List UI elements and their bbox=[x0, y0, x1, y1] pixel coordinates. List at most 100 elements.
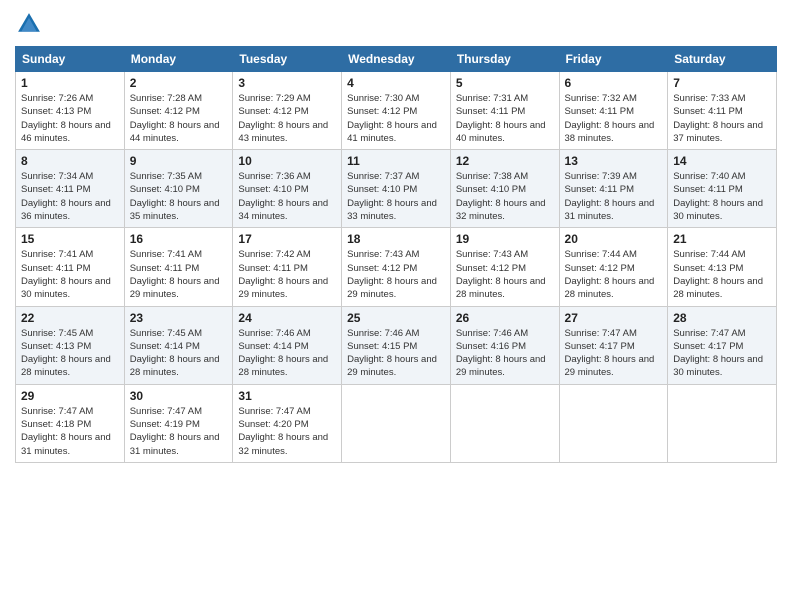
day-number: 28 bbox=[673, 311, 771, 325]
day-number: 10 bbox=[238, 154, 336, 168]
calendar-cell: 31 Sunrise: 7:47 AMSunset: 4:20 PMDaylig… bbox=[233, 384, 342, 462]
calendar-cell: 6 Sunrise: 7:32 AMSunset: 4:11 PMDayligh… bbox=[559, 72, 668, 150]
day-info: Sunrise: 7:33 AMSunset: 4:11 PMDaylight:… bbox=[673, 93, 763, 144]
day-number: 2 bbox=[130, 76, 228, 90]
calendar-cell: 18 Sunrise: 7:43 AMSunset: 4:12 PMDaylig… bbox=[342, 228, 451, 306]
calendar-cell: 19 Sunrise: 7:43 AMSunset: 4:12 PMDaylig… bbox=[450, 228, 559, 306]
calendar-cell: 13 Sunrise: 7:39 AMSunset: 4:11 PMDaylig… bbox=[559, 150, 668, 228]
calendar-cell: 27 Sunrise: 7:47 AMSunset: 4:17 PMDaylig… bbox=[559, 306, 668, 384]
calendar-cell: 26 Sunrise: 7:46 AMSunset: 4:16 PMDaylig… bbox=[450, 306, 559, 384]
day-info: Sunrise: 7:47 AMSunset: 4:17 PMDaylight:… bbox=[673, 328, 763, 379]
day-number: 29 bbox=[21, 389, 119, 403]
day-info: Sunrise: 7:43 AMSunset: 4:12 PMDaylight:… bbox=[347, 249, 437, 300]
day-info: Sunrise: 7:44 AMSunset: 4:13 PMDaylight:… bbox=[673, 249, 763, 300]
day-number: 6 bbox=[565, 76, 663, 90]
calendar-week-row: 1 Sunrise: 7:26 AMSunset: 4:13 PMDayligh… bbox=[16, 72, 777, 150]
day-number: 15 bbox=[21, 232, 119, 246]
day-number: 20 bbox=[565, 232, 663, 246]
calendar-cell bbox=[559, 384, 668, 462]
calendar-week-row: 15 Sunrise: 7:41 AMSunset: 4:11 PMDaylig… bbox=[16, 228, 777, 306]
calendar-cell: 21 Sunrise: 7:44 AMSunset: 4:13 PMDaylig… bbox=[668, 228, 777, 306]
day-info: Sunrise: 7:40 AMSunset: 4:11 PMDaylight:… bbox=[673, 171, 763, 222]
th-monday: Monday bbox=[124, 47, 233, 72]
logo-icon bbox=[15, 10, 43, 38]
day-number: 27 bbox=[565, 311, 663, 325]
day-number: 14 bbox=[673, 154, 771, 168]
day-number: 4 bbox=[347, 76, 445, 90]
day-number: 18 bbox=[347, 232, 445, 246]
day-info: Sunrise: 7:47 AMSunset: 4:19 PMDaylight:… bbox=[130, 406, 220, 457]
day-number: 12 bbox=[456, 154, 554, 168]
day-info: Sunrise: 7:45 AMSunset: 4:14 PMDaylight:… bbox=[130, 328, 220, 379]
day-info: Sunrise: 7:44 AMSunset: 4:12 PMDaylight:… bbox=[565, 249, 655, 300]
calendar-cell: 11 Sunrise: 7:37 AMSunset: 4:10 PMDaylig… bbox=[342, 150, 451, 228]
day-info: Sunrise: 7:46 AMSunset: 4:14 PMDaylight:… bbox=[238, 328, 328, 379]
calendar-cell: 7 Sunrise: 7:33 AMSunset: 4:11 PMDayligh… bbox=[668, 72, 777, 150]
day-info: Sunrise: 7:41 AMSunset: 4:11 PMDaylight:… bbox=[21, 249, 111, 300]
calendar-cell: 12 Sunrise: 7:38 AMSunset: 4:10 PMDaylig… bbox=[450, 150, 559, 228]
day-info: Sunrise: 7:47 AMSunset: 4:17 PMDaylight:… bbox=[565, 328, 655, 379]
day-info: Sunrise: 7:31 AMSunset: 4:11 PMDaylight:… bbox=[456, 93, 546, 144]
day-number: 22 bbox=[21, 311, 119, 325]
header bbox=[15, 10, 777, 38]
calendar-cell: 14 Sunrise: 7:40 AMSunset: 4:11 PMDaylig… bbox=[668, 150, 777, 228]
day-info: Sunrise: 7:37 AMSunset: 4:10 PMDaylight:… bbox=[347, 171, 437, 222]
calendar-cell: 30 Sunrise: 7:47 AMSunset: 4:19 PMDaylig… bbox=[124, 384, 233, 462]
day-number: 26 bbox=[456, 311, 554, 325]
th-wednesday: Wednesday bbox=[342, 47, 451, 72]
day-number: 13 bbox=[565, 154, 663, 168]
day-number: 30 bbox=[130, 389, 228, 403]
calendar-body: 1 Sunrise: 7:26 AMSunset: 4:13 PMDayligh… bbox=[16, 72, 777, 463]
calendar-cell: 17 Sunrise: 7:42 AMSunset: 4:11 PMDaylig… bbox=[233, 228, 342, 306]
day-info: Sunrise: 7:29 AMSunset: 4:12 PMDaylight:… bbox=[238, 93, 328, 144]
weekday-header-row: Sunday Monday Tuesday Wednesday Thursday… bbox=[16, 47, 777, 72]
day-info: Sunrise: 7:46 AMSunset: 4:15 PMDaylight:… bbox=[347, 328, 437, 379]
day-number: 17 bbox=[238, 232, 336, 246]
day-info: Sunrise: 7:46 AMSunset: 4:16 PMDaylight:… bbox=[456, 328, 546, 379]
day-number: 16 bbox=[130, 232, 228, 246]
calendar-cell: 28 Sunrise: 7:47 AMSunset: 4:17 PMDaylig… bbox=[668, 306, 777, 384]
calendar-cell bbox=[668, 384, 777, 462]
day-number: 5 bbox=[456, 76, 554, 90]
day-number: 25 bbox=[347, 311, 445, 325]
day-info: Sunrise: 7:28 AMSunset: 4:12 PMDaylight:… bbox=[130, 93, 220, 144]
day-info: Sunrise: 7:38 AMSunset: 4:10 PMDaylight:… bbox=[456, 171, 546, 222]
day-info: Sunrise: 7:45 AMSunset: 4:13 PMDaylight:… bbox=[21, 328, 111, 379]
day-info: Sunrise: 7:35 AMSunset: 4:10 PMDaylight:… bbox=[130, 171, 220, 222]
day-info: Sunrise: 7:26 AMSunset: 4:13 PMDaylight:… bbox=[21, 93, 111, 144]
calendar-cell: 23 Sunrise: 7:45 AMSunset: 4:14 PMDaylig… bbox=[124, 306, 233, 384]
day-info: Sunrise: 7:30 AMSunset: 4:12 PMDaylight:… bbox=[347, 93, 437, 144]
day-number: 3 bbox=[238, 76, 336, 90]
day-number: 1 bbox=[21, 76, 119, 90]
day-number: 24 bbox=[238, 311, 336, 325]
calendar-cell: 24 Sunrise: 7:46 AMSunset: 4:14 PMDaylig… bbox=[233, 306, 342, 384]
calendar-cell bbox=[342, 384, 451, 462]
day-number: 9 bbox=[130, 154, 228, 168]
calendar-cell: 1 Sunrise: 7:26 AMSunset: 4:13 PMDayligh… bbox=[16, 72, 125, 150]
day-info: Sunrise: 7:34 AMSunset: 4:11 PMDaylight:… bbox=[21, 171, 111, 222]
th-sunday: Sunday bbox=[16, 47, 125, 72]
th-tuesday: Tuesday bbox=[233, 47, 342, 72]
th-friday: Friday bbox=[559, 47, 668, 72]
calendar-page: Sunday Monday Tuesday Wednesday Thursday… bbox=[0, 0, 792, 612]
calendar-cell: 2 Sunrise: 7:28 AMSunset: 4:12 PMDayligh… bbox=[124, 72, 233, 150]
day-number: 7 bbox=[673, 76, 771, 90]
day-number: 19 bbox=[456, 232, 554, 246]
calendar-week-row: 22 Sunrise: 7:45 AMSunset: 4:13 PMDaylig… bbox=[16, 306, 777, 384]
day-number: 23 bbox=[130, 311, 228, 325]
day-info: Sunrise: 7:42 AMSunset: 4:11 PMDaylight:… bbox=[238, 249, 328, 300]
day-info: Sunrise: 7:41 AMSunset: 4:11 PMDaylight:… bbox=[130, 249, 220, 300]
th-thursday: Thursday bbox=[450, 47, 559, 72]
day-info: Sunrise: 7:32 AMSunset: 4:11 PMDaylight:… bbox=[565, 93, 655, 144]
day-info: Sunrise: 7:43 AMSunset: 4:12 PMDaylight:… bbox=[456, 249, 546, 300]
calendar-table: Sunday Monday Tuesday Wednesday Thursday… bbox=[15, 46, 777, 463]
calendar-cell: 8 Sunrise: 7:34 AMSunset: 4:11 PMDayligh… bbox=[16, 150, 125, 228]
day-info: Sunrise: 7:39 AMSunset: 4:11 PMDaylight:… bbox=[565, 171, 655, 222]
day-number: 31 bbox=[238, 389, 336, 403]
calendar-cell: 15 Sunrise: 7:41 AMSunset: 4:11 PMDaylig… bbox=[16, 228, 125, 306]
calendar-cell: 16 Sunrise: 7:41 AMSunset: 4:11 PMDaylig… bbox=[124, 228, 233, 306]
calendar-cell: 3 Sunrise: 7:29 AMSunset: 4:12 PMDayligh… bbox=[233, 72, 342, 150]
calendar-cell bbox=[450, 384, 559, 462]
day-info: Sunrise: 7:47 AMSunset: 4:20 PMDaylight:… bbox=[238, 406, 328, 457]
day-number: 21 bbox=[673, 232, 771, 246]
